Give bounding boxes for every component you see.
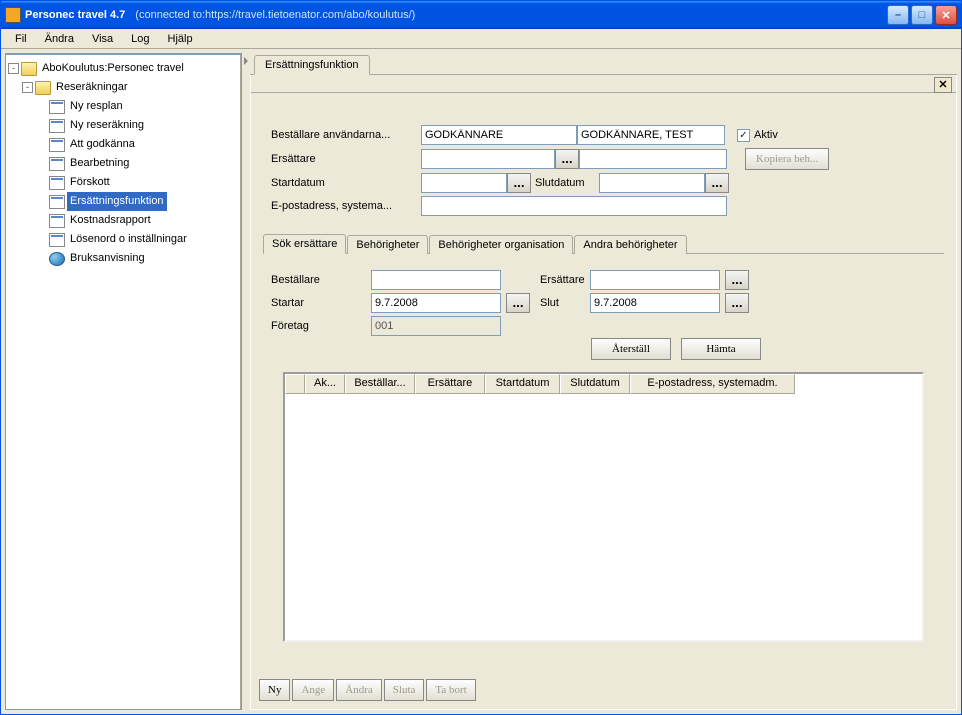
search-bestallare-input[interactable] xyxy=(371,270,501,290)
tabort-button[interactable]: Ta bort xyxy=(426,679,475,701)
tab-behorigheter[interactable]: Behörigheter xyxy=(347,235,428,254)
menu-andra[interactable]: Ändra xyxy=(37,31,82,47)
inner-tab-bar: Sök ersättare Behörigheter Behörigheter … xyxy=(263,233,944,254)
expand-icon[interactable]: - xyxy=(8,63,19,74)
document-icon xyxy=(49,100,65,114)
document-icon xyxy=(49,119,65,133)
folder-icon xyxy=(35,81,51,95)
menu-fil[interactable]: Fil xyxy=(7,31,35,47)
expand-icon[interactable]: - xyxy=(22,82,33,93)
main-tab-bar: Ersättningsfunktion xyxy=(250,53,957,75)
tree-root[interactable]: AboKoulutus:Personec travel xyxy=(39,59,187,78)
kopiera-beh-button[interactable]: Kopiera beh... xyxy=(745,148,829,170)
search-foretag-label: Företag xyxy=(271,320,371,332)
tree-item-att-godkanna[interactable]: Att godkänna xyxy=(67,135,138,154)
col-bestallare[interactable]: Beställar... xyxy=(345,374,415,394)
menu-log[interactable]: Log xyxy=(123,31,157,47)
col-aktiv[interactable]: Ak... xyxy=(305,374,345,394)
app-icon xyxy=(5,7,21,23)
tree-item-losenord[interactable]: Lösenord o inställningar xyxy=(67,230,190,249)
close-button[interactable]: ✕ xyxy=(935,5,957,25)
search-bestallare-label: Beställare xyxy=(271,274,371,286)
search-ersattare-label: Ersättare xyxy=(530,274,590,286)
tree-item-forskott[interactable]: Förskott xyxy=(67,173,113,192)
search-foretag-input xyxy=(371,316,501,336)
aktiv-checkbox[interactable]: ✓ xyxy=(737,129,750,142)
search-startar-input[interactable] xyxy=(371,293,501,313)
hamta-button[interactable]: Hämta xyxy=(681,338,761,360)
bestallare-code-input[interactable] xyxy=(421,125,577,145)
document-icon xyxy=(49,138,65,152)
startdatum-label: Startdatum xyxy=(271,177,421,189)
tree-item-ersattningsfunktion[interactable]: Ersättningsfunktion xyxy=(67,192,167,211)
results-grid[interactable]: Ak... Beställar... Ersättare Startdatum … xyxy=(283,372,924,642)
aktiv-label: Aktiv xyxy=(754,129,778,141)
tree-reserakningar[interactable]: Reseräkningar xyxy=(53,78,131,97)
document-icon xyxy=(49,195,65,209)
epost-label: E-postadress, systema... xyxy=(271,200,421,212)
nav-tree[interactable]: - AboKoulutus:Personec travel - Reseräkn… xyxy=(5,53,242,710)
document-icon xyxy=(49,157,65,171)
document-icon xyxy=(49,214,65,228)
ange-button[interactable]: Ange xyxy=(292,679,334,701)
col-epost[interactable]: E-postadress, systemadm. xyxy=(630,374,795,394)
pane-close-button[interactable]: ✕ xyxy=(934,77,952,93)
tree-item-bruksanvisning[interactable]: Bruksanvisning xyxy=(67,249,148,268)
sluta-button[interactable]: Sluta xyxy=(384,679,425,701)
document-icon xyxy=(49,176,65,190)
slutdatum-label: Slutdatum xyxy=(531,177,599,189)
andra-button[interactable]: Ändra xyxy=(336,679,382,701)
epost-input[interactable] xyxy=(421,196,727,216)
splitter[interactable] xyxy=(242,53,250,710)
ersattare-name-input[interactable] xyxy=(579,149,727,169)
app-title: Personec travel 4.7 xyxy=(25,9,125,21)
bestallare-anvandare-label: Beställare användarna... xyxy=(271,129,421,141)
search-slut-label: Slut xyxy=(530,297,590,309)
col-slutdatum[interactable]: Slutdatum xyxy=(560,374,630,394)
col-ersattare[interactable]: Ersättare xyxy=(415,374,485,394)
tree-item-ny-resplan[interactable]: Ny resplan xyxy=(67,97,126,116)
maximize-button[interactable]: □ xyxy=(911,5,933,25)
aterstall-button[interactable]: Återställ xyxy=(591,338,671,360)
tree-item-kostnadsrapport[interactable]: Kostnadsrapport xyxy=(67,211,154,230)
tab-sok-ersattare[interactable]: Sök ersättare xyxy=(263,234,346,254)
col-startdatum[interactable]: Startdatum xyxy=(485,374,560,394)
minimize-button[interactable]: – xyxy=(887,5,909,25)
search-startar-picker-button[interactable]: ... xyxy=(506,293,530,313)
col-selector[interactable] xyxy=(285,374,305,394)
startdatum-picker-button[interactable]: ... xyxy=(507,173,531,193)
search-ersattare-input[interactable] xyxy=(590,270,720,290)
ny-button[interactable]: Ny xyxy=(259,679,290,701)
globe-icon xyxy=(49,252,65,266)
tab-ersattningsfunktion[interactable]: Ersättningsfunktion xyxy=(254,55,370,75)
search-startar-label: Startar xyxy=(271,297,371,309)
menu-visa[interactable]: Visa xyxy=(84,31,121,47)
ersattare-label: Ersättare xyxy=(271,153,421,165)
search-slut-input[interactable] xyxy=(590,293,720,313)
menu-hjalp[interactable]: Hjälp xyxy=(160,31,201,47)
splitter-handle-icon xyxy=(244,57,248,65)
search-slut-picker-button[interactable]: ... xyxy=(725,293,749,313)
ersattare-code-input[interactable] xyxy=(421,149,555,169)
bestallare-name-input[interactable] xyxy=(577,125,725,145)
tree-item-bearbetning[interactable]: Bearbetning xyxy=(67,154,132,173)
slutdatum-picker-button[interactable]: ... xyxy=(705,173,729,193)
tab-andra-behorigheter[interactable]: Andra behörigheter xyxy=(574,235,686,254)
ersattare-picker-button[interactable]: ... xyxy=(555,149,579,169)
connection-url: (connected to:https://travel.tietoenator… xyxy=(135,9,415,21)
startdatum-input[interactable] xyxy=(421,173,507,193)
tab-behorigheter-org[interactable]: Behörigheter organisation xyxy=(429,235,573,254)
folder-icon xyxy=(21,62,37,76)
menu-bar: Fil Ändra Visa Log Hjälp xyxy=(1,29,961,49)
window-titlebar: Personec travel 4.7 (connected to:https:… xyxy=(1,1,961,29)
tree-item-ny-reserakning[interactable]: Ny reseräkning xyxy=(67,116,147,135)
slutdatum-input[interactable] xyxy=(599,173,705,193)
search-ersattare-picker-button[interactable]: ... xyxy=(725,270,749,290)
document-icon xyxy=(49,233,65,247)
